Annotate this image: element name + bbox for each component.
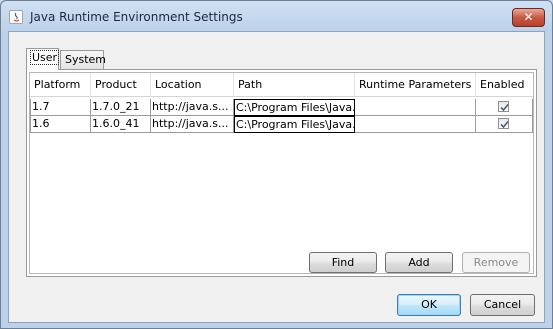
enabled-checkbox[interactable] bbox=[498, 118, 509, 129]
cell-runtime-parameters[interactable] bbox=[355, 99, 476, 116]
column-header-runtime-parameters[interactable]: Runtime Parameters bbox=[355, 73, 476, 96]
title-bar[interactable]: Java Runtime Environment Settings ✕ bbox=[1, 1, 552, 31]
table-row[interactable]: 1.6 1.6.0_41 http://java.s... C:\Program… bbox=[30, 116, 533, 133]
cell-product[interactable]: 1.6.0_41 bbox=[91, 116, 151, 133]
dialog-body: User System Platform Product Location Pa… bbox=[8, 31, 545, 323]
tab-system[interactable]: System bbox=[60, 50, 107, 70]
dialog-window: Java Runtime Environment Settings ✕ User… bbox=[0, 0, 553, 329]
column-header-path[interactable]: Path bbox=[234, 73, 355, 96]
window-title: Java Runtime Environment Settings bbox=[30, 10, 243, 24]
checkmark-icon bbox=[500, 103, 509, 112]
find-button[interactable]: Find bbox=[309, 252, 377, 273]
jre-table: Platform Product Location Path Runtime P… bbox=[29, 72, 534, 274]
table-header: Platform Product Location Path Runtime P… bbox=[30, 73, 533, 97]
ok-button[interactable]: OK bbox=[397, 294, 461, 316]
cell-enabled bbox=[476, 116, 533, 133]
checkmark-icon bbox=[500, 120, 509, 129]
close-icon[interactable]: ✕ bbox=[512, 8, 545, 27]
add-button[interactable]: Add bbox=[385, 252, 453, 273]
tab-user[interactable]: User bbox=[26, 48, 60, 70]
enabled-checkbox[interactable] bbox=[498, 101, 509, 112]
column-header-platform[interactable]: Platform bbox=[30, 73, 91, 96]
cell-path[interactable]: C:\Program Files\Java... bbox=[234, 116, 355, 133]
cell-platform[interactable]: 1.7 bbox=[30, 99, 91, 116]
java-icon bbox=[9, 10, 23, 24]
cell-location[interactable]: http://java.s... bbox=[151, 99, 234, 116]
cell-path[interactable]: C:\Program Files\Java... bbox=[234, 99, 355, 116]
cancel-button[interactable]: Cancel bbox=[470, 294, 535, 316]
column-header-enabled[interactable]: Enabled bbox=[476, 73, 533, 96]
column-header-product[interactable]: Product bbox=[91, 73, 151, 96]
cell-runtime-parameters[interactable] bbox=[355, 116, 476, 133]
tab-system-label: System bbox=[65, 53, 107, 66]
table-row[interactable]: 1.7 1.7.0_21 http://java.s... C:\Program… bbox=[30, 99, 533, 116]
cell-location[interactable]: http://java.s... bbox=[151, 116, 234, 133]
cell-enabled bbox=[476, 99, 533, 116]
remove-button[interactable]: Remove bbox=[462, 252, 530, 273]
cell-platform[interactable]: 1.6 bbox=[30, 116, 91, 133]
user-tab-panel: Platform Product Location Path Runtime P… bbox=[26, 69, 537, 277]
cell-product[interactable]: 1.7.0_21 bbox=[91, 99, 151, 116]
column-header-location[interactable]: Location bbox=[151, 73, 234, 96]
tab-user-label: User bbox=[29, 50, 60, 65]
